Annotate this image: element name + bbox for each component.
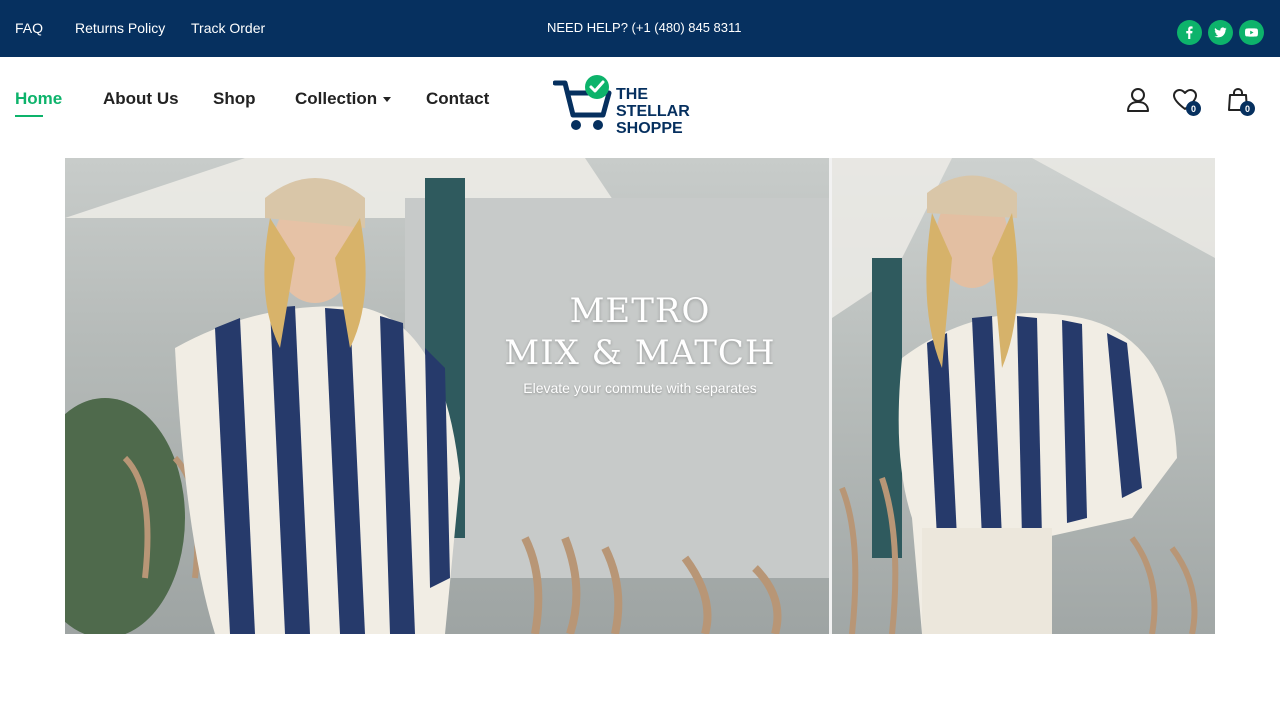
cart-count-badge: 0 (1240, 101, 1255, 116)
chevron-down-icon (383, 97, 392, 103)
wishlist-heart-icon[interactable]: 0 (1172, 87, 1201, 116)
shopping-bag-icon[interactable]: 0 (1226, 87, 1255, 116)
hero-title-line-2: MIX & MATCH (504, 333, 776, 373)
logo-wordmark: THE STELLAR SHOPPE (616, 86, 723, 137)
hero-photo-right (832, 158, 1215, 634)
active-underline (15, 115, 43, 117)
returns-policy-link[interactable]: Returns Policy (75, 20, 165, 36)
hero-banner[interactable]: METRO MIX & MATCH Elevate your commute w… (65, 158, 1215, 634)
faq-link[interactable]: FAQ (15, 20, 43, 36)
nav-item-contact[interactable]: Contact (426, 89, 489, 109)
nav-item-collection-label: Collection (295, 89, 378, 108)
youtube-icon[interactable] (1239, 20, 1264, 45)
hero-left-illustration (65, 158, 829, 634)
main-nav: Home About Us Shop Collection Contact TH… (0, 57, 1280, 145)
account-icon[interactable] (1125, 87, 1153, 115)
hero-photo-left (65, 158, 829, 634)
track-order-link[interactable]: Track Order (191, 20, 265, 36)
hero-title-line-1: METRO (569, 291, 711, 331)
twitter-icon[interactable] (1208, 20, 1233, 45)
nav-item-collection[interactable]: Collection (295, 89, 392, 109)
help-phone: NEED HELP? (+1 (480) 845 8311 (547, 20, 742, 35)
wishlist-count-badge: 0 (1186, 101, 1201, 116)
logo-line-1: THE STELLAR (616, 86, 690, 120)
hero-subtitle: Elevate your commute with separates (523, 380, 757, 396)
nav-item-shop[interactable]: Shop (213, 89, 256, 109)
logo-line-2: SHOPPE (616, 120, 683, 137)
hero-right-illustration (832, 158, 1215, 634)
facebook-icon[interactable] (1177, 20, 1202, 45)
top-bar: FAQ Returns Policy Track Order NEED HELP… (0, 0, 1280, 57)
nav-item-about-us[interactable]: About Us (103, 89, 179, 109)
nav-item-home[interactable]: Home (15, 89, 62, 109)
store-logo[interactable]: THE STELLAR SHOPPE (552, 73, 723, 137)
cart-check-logo-icon (552, 75, 612, 130)
